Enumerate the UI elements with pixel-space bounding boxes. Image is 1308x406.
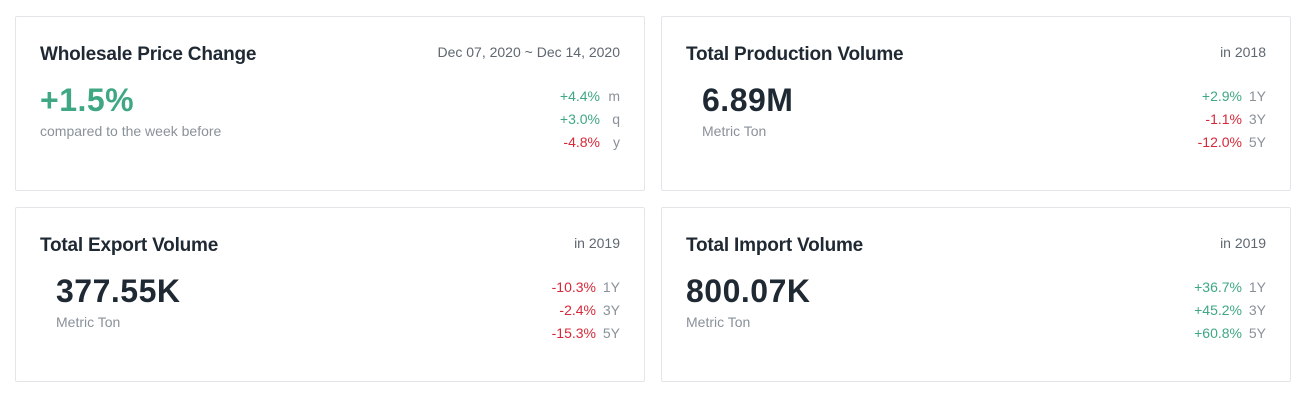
change-period: 3Y [1248, 111, 1266, 127]
change-period: 1Y [1248, 279, 1266, 295]
change-value: +60.8% [1194, 325, 1242, 341]
card-title: Total Production Volume [686, 44, 904, 65]
change-row: +3.0% q [560, 110, 620, 133]
change-value: -4.8% [563, 134, 600, 150]
change-period: q [612, 111, 620, 127]
headline-value: 6.89M [702, 82, 794, 118]
card-title: Total Import Volume [686, 235, 864, 256]
change-period: 3Y [602, 302, 620, 318]
change-value: -2.4% [559, 302, 596, 318]
headline-sublabel: compared to the week before [40, 123, 222, 139]
change-row: -12.0% 5Y [1198, 133, 1266, 156]
change-period: m [608, 88, 620, 104]
card-title: Wholesale Price Change [40, 44, 257, 65]
change-value: -1.1% [1205, 111, 1242, 127]
change-period: 1Y [602, 279, 620, 295]
change-value: -15.3% [551, 325, 596, 341]
change-row: -2.4% 3Y [552, 301, 620, 324]
change-row: +60.8% 5Y [1194, 324, 1266, 347]
headline-value: 800.07K [686, 273, 811, 309]
change-period: y [613, 134, 620, 150]
change-list: +36.7% 1Y +45.2% 3Y +60.8% 5Y [1194, 278, 1266, 347]
total-export-volume-card: Total Export Volume in 2019 377.55K Metr… [15, 207, 645, 382]
change-period: 3Y [1248, 302, 1266, 318]
change-value: +45.2% [1194, 302, 1242, 318]
change-row: -1.1% 3Y [1198, 110, 1266, 133]
change-list: -10.3% 1Y -2.4% 3Y -15.3% 5Y [552, 278, 620, 347]
change-row: +2.9% 1Y [1198, 87, 1266, 110]
wholesale-price-change-card: Wholesale Price Change Dec 07, 2020 ~ De… [15, 16, 645, 191]
year-label: in 2018 [1220, 44, 1266, 60]
change-period: 5Y [1248, 134, 1266, 150]
change-value: -10.3% [551, 279, 596, 295]
change-value: +4.4% [559, 88, 600, 104]
change-value: +36.7% [1194, 279, 1242, 295]
change-value: +2.9% [1201, 88, 1242, 104]
change-row: +4.4% m [560, 87, 620, 110]
total-import-volume-card: Total Import Volume in 2019 800.07K Metr… [661, 207, 1291, 382]
date-range: Dec 07, 2020 ~ Dec 14, 2020 [437, 44, 620, 60]
change-period: 5Y [602, 325, 620, 341]
change-value: +3.0% [559, 111, 600, 127]
unit-label: Metric Ton [686, 314, 751, 330]
change-period: 5Y [1248, 325, 1266, 341]
change-period: 1Y [1248, 88, 1266, 104]
change-row: -4.8% y [560, 133, 620, 156]
year-label: in 2019 [1220, 235, 1266, 251]
unit-label: Metric Ton [702, 123, 767, 139]
year-label: in 2019 [574, 235, 620, 251]
headline-value: 377.55K [56, 273, 181, 309]
change-row: +36.7% 1Y [1194, 278, 1266, 301]
change-value: -12.0% [1197, 134, 1242, 150]
card-title: Total Export Volume [40, 235, 219, 256]
total-production-volume-card: Total Production Volume in 2018 6.89M Me… [661, 16, 1291, 191]
change-row: -10.3% 1Y [552, 278, 620, 301]
change-row: +45.2% 3Y [1194, 301, 1266, 324]
change-list: +2.9% 1Y -1.1% 3Y -12.0% 5Y [1198, 87, 1266, 156]
change-list: +4.4% m +3.0% q -4.8% y [560, 87, 620, 156]
headline-value: +1.5% [40, 82, 135, 118]
change-row: -15.3% 5Y [552, 324, 620, 347]
unit-label: Metric Ton [56, 314, 121, 330]
